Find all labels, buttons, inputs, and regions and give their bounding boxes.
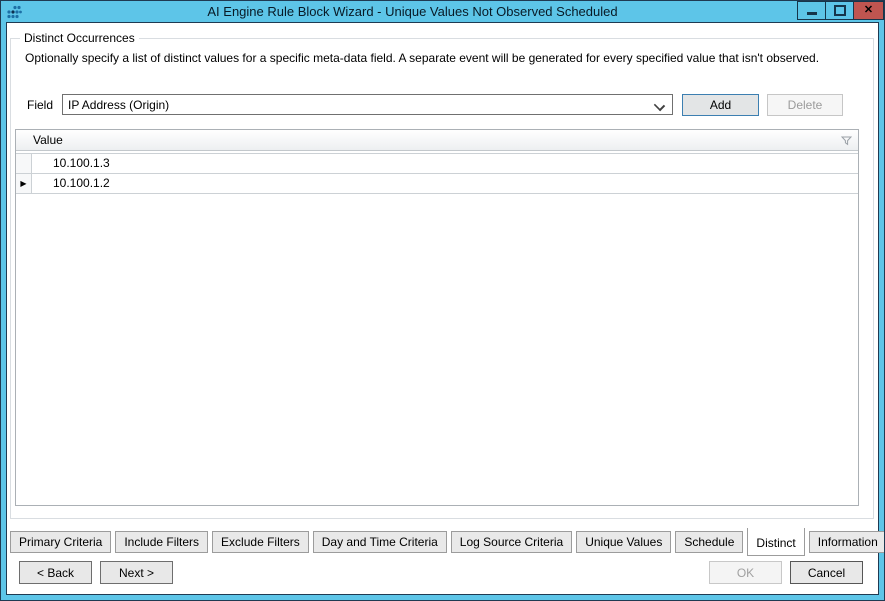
tab-information[interactable]: Information [809,531,885,553]
field-dropdown[interactable]: IP Address (Origin) [62,94,673,115]
filter-icon[interactable] [841,135,852,149]
distinct-occurrences-group: Distinct Occurrences Optionally specify … [10,38,874,519]
chevron-down-icon [654,100,665,111]
tab-log-source-criteria[interactable]: Log Source Criteria [451,531,572,553]
description-text: Optionally specify a list of distinct va… [25,51,819,65]
tab-primary-criteria[interactable]: Primary Criteria [10,531,111,553]
grid-column-label: Value [33,133,63,147]
minimize-icon [807,12,817,15]
row-selector[interactable] [16,154,32,173]
groupbox-title: Distinct Occurrences [20,31,139,45]
close-button[interactable]: ✕ [853,1,884,20]
cancel-button[interactable]: Cancel [790,561,863,584]
grid-header-value[interactable]: Value [16,130,858,151]
next-button[interactable]: Next > [100,561,173,584]
table-row[interactable]: 10.100.1.3 [16,154,858,174]
app-icon [6,4,22,20]
field-label: Field [27,98,53,112]
value-cell[interactable]: 10.100.1.3 [32,154,858,173]
maximize-button[interactable] [825,1,854,20]
grid-rows: 10.100.1.3▶10.100.1.2 [16,153,858,194]
tab-exclude-filters[interactable]: Exclude Filters [212,531,309,553]
tab-include-filters[interactable]: Include Filters [115,531,208,553]
back-button[interactable]: < Back [19,561,92,584]
minimize-button[interactable] [797,1,826,20]
field-dropdown-value: IP Address (Origin) [63,98,169,112]
table-row[interactable]: ▶10.100.1.2 [16,174,858,194]
ok-button[interactable]: OK [709,561,782,584]
window-controls: ✕ [798,1,884,20]
tab-schedule[interactable]: Schedule [675,531,743,553]
titlebar[interactable]: AI Engine Rule Block Wizard - Unique Val… [1,1,884,22]
tab-strip: Primary CriteriaInclude FiltersExclude F… [10,528,885,556]
add-button[interactable]: Add [682,94,759,116]
close-icon: ✕ [864,5,873,16]
tab-unique-values[interactable]: Unique Values [576,531,671,553]
value-cell[interactable]: 10.100.1.2 [32,174,858,193]
window-title: AI Engine Rule Block Wizard - Unique Val… [41,4,784,19]
maximize-icon [834,5,846,16]
dialog-client-area: Distinct Occurrences Optionally specify … [6,22,879,595]
tab-day-and-time-criteria[interactable]: Day and Time Criteria [313,531,447,553]
delete-button[interactable]: Delete [767,94,843,116]
wizard-window: AI Engine Rule Block Wizard - Unique Val… [0,0,885,601]
row-marker-icon[interactable]: ▶ [16,174,32,193]
tab-distinct[interactable]: Distinct [747,528,804,556]
values-grid: Value 10.100.1.3▶10.100.1.2 [15,129,859,506]
